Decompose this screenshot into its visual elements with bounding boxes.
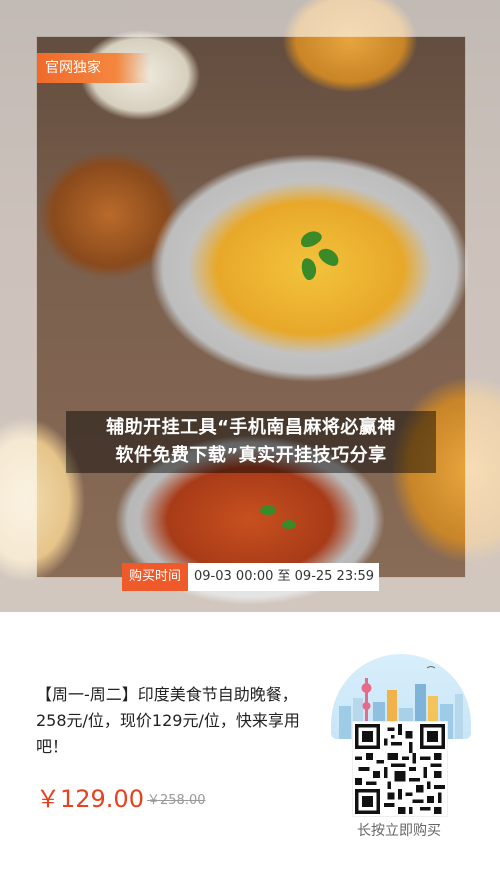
deal-title: 辅助开挂工具“手机南昌麻将必赢神 软件免费下载”真实开挂技巧分享 (66, 411, 436, 473)
deal-title-line2: 软件免费下载”真实开挂技巧分享 (115, 445, 387, 466)
qr-card[interactable] (323, 648, 475, 818)
title-overlay: 辅助开挂工具“手机南昌麻将必赢神 软件免费下载”真实开挂技巧分享 (66, 411, 436, 473)
exclusive-badge: 官网独家 (37, 53, 150, 83)
purchase-time-range: 09-03 00:00 至 09-25 23:59 (194, 569, 375, 584)
purchase-time-bar: 购买时间 09-03 00:00 至 09-25 23:59 (122, 563, 379, 591)
deal-title-line1: 辅助开挂工具“手机南昌麻将必赢神 (106, 417, 396, 438)
original-price: ￥258.00 (147, 793, 206, 808)
hero-frame (36, 36, 466, 578)
qr-caption: 长按立即购买 (357, 823, 441, 839)
qr-code-icon (355, 724, 445, 814)
deal-description: 【周一-周二】印度美食节自助晚餐，258元/位，现价129元/位，快来享用吧！ (36, 685, 300, 756)
qr-code[interactable] (353, 722, 447, 816)
purchase-time-label: 购买时间 (122, 563, 189, 591)
current-price: ￥129.00 (36, 785, 144, 813)
